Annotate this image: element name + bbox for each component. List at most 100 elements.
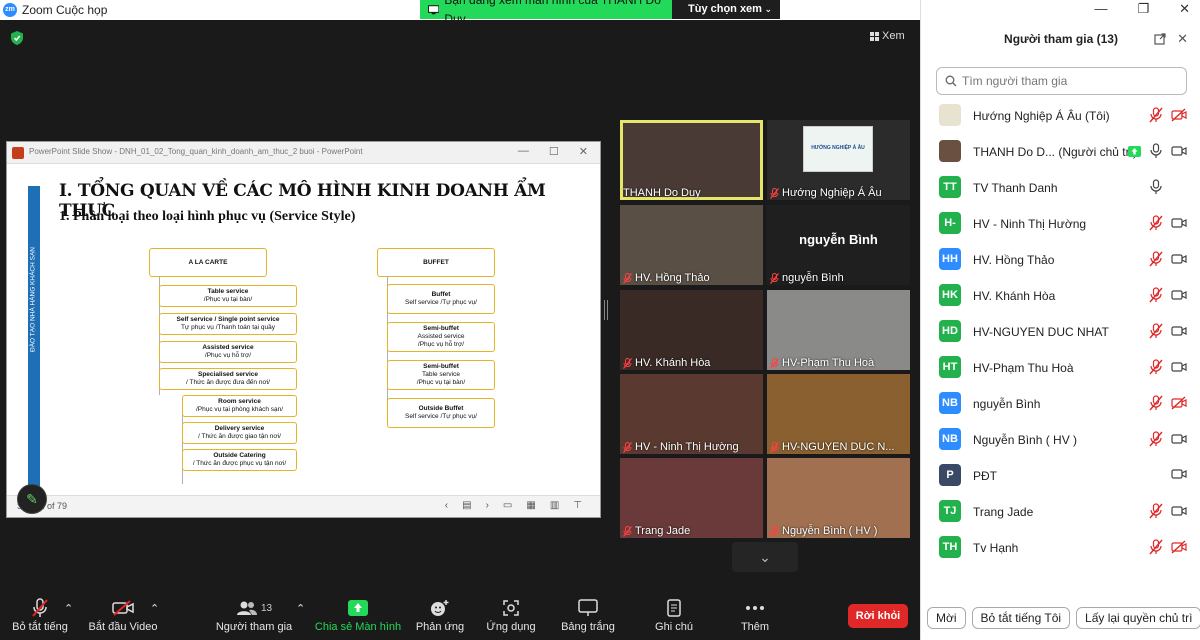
avatar	[939, 104, 961, 126]
video-icon	[1171, 434, 1187, 444]
participant-row[interactable]: HH HV. Hồng Thảo	[921, 242, 1200, 278]
participant-row[interactable]: P PĐT	[921, 458, 1200, 494]
mic-muted-icon	[770, 525, 779, 537]
avatar: TT	[939, 176, 961, 198]
participant-row[interactable]: HD HV-NGUYEN DUC NHAT	[921, 314, 1200, 350]
participant-list: Hướng Nghiệp Á Âu (Tôi) THANH Do D... (Ng…	[921, 98, 1200, 566]
video-tile[interactable]: Nguyễn Bình ( HV )	[767, 458, 910, 538]
tile-name: Hướng Nghiệp Á Âu	[782, 187, 882, 199]
window-title: Zoom Cuộc họp	[22, 3, 108, 17]
share-banner-message: Bạn đang xem màn hình của THANH Do Duy	[420, 0, 672, 26]
restore-icon[interactable]: ❐	[1137, 1, 1149, 17]
mic-muted-icon	[623, 525, 632, 537]
ppt-statusbar: Slide 1 of 79 ‹ ▤ › ▭ ▦ ▥ ⊤	[7, 495, 600, 517]
mute-all-button[interactable]: Bỏ tắt tiếng Tôi	[971, 607, 1071, 629]
sharing-screen-icon	[1128, 145, 1141, 157]
participant-name: Trang Jade	[973, 505, 1034, 519]
leave-meeting-button[interactable]: Rời khỏi	[848, 604, 908, 628]
video-tile[interactable]: Trang Jade	[620, 458, 763, 538]
emoji-plus-icon	[431, 600, 449, 616]
participant-row[interactable]: NB nguyễn Bình	[921, 386, 1200, 422]
diagram-root-a-la-carte: A LA CARTE	[149, 248, 267, 277]
avatar: TH	[939, 536, 961, 558]
unmute-button[interactable]: Bỏ tắt tiếng	[8, 598, 72, 633]
participants-button[interactable]: 13 Người tham gia	[214, 598, 294, 633]
more-button[interactable]: Thêm	[732, 598, 778, 633]
video-tile[interactable]: THANH Do Duy	[620, 120, 763, 200]
video-icon	[1171, 506, 1187, 516]
participants-options-chevron[interactable]: ⌃	[296, 602, 305, 615]
view-options-button[interactable]: Tùy chọn xem ⌄	[672, 0, 780, 19]
mic-muted-icon	[770, 187, 779, 199]
mic-muted-icon	[770, 441, 779, 453]
apps-button[interactable]: Ứng dụng	[482, 598, 540, 633]
video-tile[interactable]: nguyễn Bình nguyễn Bình	[767, 205, 910, 285]
participant-row[interactable]: HK HV. Khánh Hòa	[921, 278, 1200, 314]
whiteboard-button[interactable]: Bảng trắng	[558, 598, 618, 633]
share-screen-button[interactable]: Chia sẻ Màn hình	[314, 598, 402, 633]
participant-row[interactable]: NB Nguyễn Bình ( HV )	[921, 422, 1200, 458]
gallery-next-page-button[interactable]: ⌄	[732, 542, 798, 572]
invite-button[interactable]: Mời	[927, 607, 966, 629]
participant-row[interactable]: H- HV - Ninh Thị Hường	[921, 206, 1200, 242]
participant-row[interactable]: THANH Do D... (Người chủ trì)	[921, 134, 1200, 170]
mic-muted-icon	[1149, 323, 1163, 339]
tile-name: THANH Do Duy	[623, 187, 701, 199]
mic-icon	[1150, 143, 1162, 158]
participant-name: HV-NGUYEN DUC NHAT	[973, 325, 1109, 339]
participant-name: HV - Ninh Thị Hường	[973, 217, 1087, 231]
video-icon	[1171, 326, 1187, 336]
participants-panel: — ❐ ✕ Người tham gia (13) ✕ Tìm người th…	[920, 0, 1200, 640]
close-panel-icon[interactable]: ✕	[1177, 31, 1188, 47]
popout-icon[interactable]	[1154, 33, 1166, 45]
mic-muted-icon	[32, 598, 48, 617]
participant-search-input[interactable]: Tìm người tham gia	[936, 67, 1187, 95]
avatar: H-	[939, 212, 961, 234]
notes-button[interactable]: Ghi chú	[648, 598, 700, 633]
avatar: HK	[939, 284, 961, 306]
video-tile[interactable]: HV-NGUYEN DUC N...	[767, 374, 910, 454]
mic-muted-icon	[770, 357, 779, 369]
minimize-icon: —	[517, 145, 529, 157]
notes-icon	[667, 599, 681, 617]
ppt-titlebar: PowerPoint Slide Show - DNH_01_02_Tong_q…	[7, 142, 600, 164]
security-shield-icon[interactable]	[10, 30, 24, 46]
participant-row[interactable]: TH Tv Hạnh	[921, 530, 1200, 566]
video-icon	[1171, 469, 1187, 479]
slide-sidebar: ĐÀO TẠO NHÀ HÀNG KHÁCH SẠN	[28, 186, 40, 491]
close-icon[interactable]: ✕	[1179, 1, 1190, 17]
participant-name: HV-Phạm Thu Hoà	[973, 361, 1074, 375]
slideshow-view-icon: ⊤	[573, 500, 582, 511]
participant-name: HV. Hồng Thảo	[973, 253, 1055, 267]
slide-subheading: 1. Phân loại theo loại hình phục vụ (Ser…	[59, 209, 356, 224]
tile-name: Nguyễn Bình ( HV )	[782, 525, 878, 537]
annotate-pen-button[interactable]: ✎	[17, 484, 47, 514]
reading-view-icon: ▥	[549, 500, 560, 511]
participant-name: THANH Do D... (Người chủ trì)	[973, 145, 1137, 159]
video-tile[interactable]: HV. Hồng Thảo	[620, 205, 763, 285]
video-tile[interactable]: HV-Phạm Thu Hoà	[767, 290, 910, 370]
next-slide-icon: ›	[485, 500, 489, 511]
participant-row[interactable]: Hướng Nghiệp Á Âu (Tôi)	[921, 98, 1200, 134]
mic-muted-icon	[1149, 215, 1163, 231]
start-video-button[interactable]: Bắt đầu Video	[86, 598, 160, 633]
reactions-button[interactable]: Phản ứng	[414, 598, 466, 633]
view-button[interactable]: Xem	[870, 30, 905, 42]
video-icon	[1171, 362, 1187, 372]
participant-row[interactable]: TT TV Thanh Danh	[921, 170, 1200, 206]
sorter-view-icon: ▦	[526, 500, 536, 511]
tile-name: Trang Jade	[635, 525, 691, 537]
video-options-chevron[interactable]: ⌃	[150, 602, 159, 615]
zoom-app-icon: zm	[3, 3, 17, 17]
video-tile[interactable]: HV - Ninh Thị Hường	[620, 374, 763, 454]
split-resize-handle[interactable]	[604, 300, 608, 320]
avatar: HH	[939, 248, 961, 270]
minimize-icon[interactable]: —	[1094, 1, 1107, 17]
diagram-item: Buffet Self service /Tự phục vụ/	[387, 284, 495, 314]
video-tile[interactable]: HV. Khánh Hòa	[620, 290, 763, 370]
video-tile[interactable]: HƯỚNG NGHIỆP Á ÂU Hướng Nghiệp Á Âu	[767, 120, 910, 200]
reclaim-host-button[interactable]: Lấy lại quyền chủ trì	[1076, 607, 1200, 629]
participant-row[interactable]: TJ Trang Jade	[921, 494, 1200, 530]
participant-row[interactable]: HT HV-Phạm Thu Hoà	[921, 350, 1200, 386]
audio-options-chevron[interactable]: ⌃	[64, 602, 73, 615]
